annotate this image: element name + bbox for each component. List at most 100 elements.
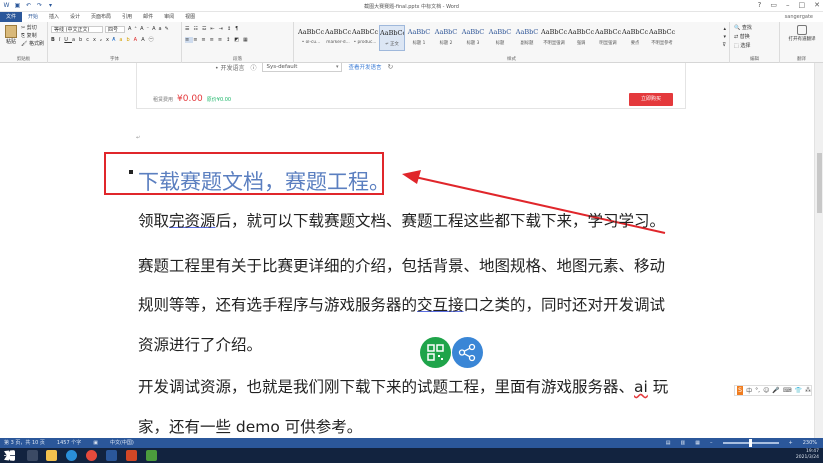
tools-icon[interactable]: ⁂ bbox=[805, 387, 811, 394]
proofing-icon[interactable]: ▣ bbox=[93, 438, 98, 448]
decrease-indent-icon[interactable]: ⇤ bbox=[210, 26, 218, 32]
read-mode-icon[interactable]: ▤ bbox=[666, 438, 671, 448]
style-item[interactable]: AaBbCcDd 不明显参考 bbox=[649, 25, 675, 51]
keyboard-icon[interactable]: ⌨ bbox=[783, 387, 792, 394]
style-item[interactable]: AaBbCcDd marker-d... bbox=[325, 25, 351, 51]
youdao-translate-button[interactable]: 打开有道翻译 bbox=[786, 25, 818, 42]
style-item[interactable]: AaBbCcDd 要点 bbox=[622, 25, 648, 51]
clear-format-icon[interactable]: ✎ bbox=[165, 26, 172, 32]
replace-button[interactable]: ⇄ 替换 bbox=[734, 34, 750, 41]
increase-indent-icon[interactable]: ⇥ bbox=[219, 26, 227, 32]
word-taskbar-icon[interactable] bbox=[106, 450, 117, 461]
powerpoint-taskbar-icon[interactable] bbox=[126, 450, 137, 461]
style-item[interactable]: AaBbCcDd ↵ 正文 bbox=[379, 25, 405, 51]
style-item[interactable]: AaBbCcDd 明显强调 bbox=[595, 25, 621, 51]
mic-icon[interactable]: 🎤 bbox=[772, 387, 779, 394]
skin-icon[interactable]: 👕 bbox=[795, 387, 802, 394]
zoom-slider[interactable] bbox=[722, 439, 779, 447]
document-area[interactable]: • 开发语言 ⓘ Sys-default 查看开发语言 ↻ 租赁费用 ¥0.00… bbox=[0, 63, 823, 438]
share-button[interactable] bbox=[452, 337, 483, 368]
style-item[interactable]: AaBbC 标题 bbox=[487, 25, 513, 51]
strikethrough-icon[interactable]: abc bbox=[72, 37, 93, 43]
page-indicator[interactable]: 第 3 页，共 10 页 bbox=[4, 438, 45, 448]
start-button-icon[interactable] bbox=[4, 450, 15, 461]
app-taskbar-icon[interactable] bbox=[146, 450, 157, 461]
maximize-icon[interactable]: □ bbox=[799, 1, 806, 9]
style-item[interactable]: AaBbC 副标题 bbox=[514, 25, 540, 51]
qr-code-button[interactable] bbox=[420, 337, 451, 368]
language-indicator[interactable]: 中文(中国) bbox=[110, 438, 134, 448]
ribbon-display-icon[interactable]: ▭ bbox=[770, 1, 777, 9]
style-sample: AaBbCcDd bbox=[325, 28, 351, 36]
paragraph-2[interactable]: 赛题工程里有关于比赛更详细的介绍，包括背景、地图规格、地图元素、移动 bbox=[138, 254, 665, 276]
underline-icon[interactable]: U bbox=[64, 37, 72, 43]
format-painter-button[interactable]: 🖌 格式刷 bbox=[21, 41, 44, 48]
paragraph-3[interactable]: 规则等等，还有选手程序与游戏服务器的交互接口之类的，同时还对开发调试 bbox=[138, 293, 665, 315]
change-case-icon[interactable]: Aa bbox=[152, 26, 164, 32]
system-tray[interactable]: 19:47 2021/3/24 bbox=[796, 449, 819, 461]
file-explorer-icon[interactable] bbox=[46, 450, 57, 461]
font-style-controls: BIUabcx₂x² bbox=[51, 37, 119, 44]
style-item[interactable]: AaBbCcDd 强调 bbox=[568, 25, 594, 51]
show-marks-icon[interactable]: ¶ bbox=[235, 26, 242, 32]
align-left-icon[interactable]: ≡ bbox=[185, 37, 194, 43]
align-right-icon[interactable]: ≡ bbox=[201, 37, 209, 43]
account-name[interactable]: sangergate bbox=[785, 12, 813, 22]
font-size-select[interactable]: 四号 bbox=[105, 26, 125, 33]
justify-icon[interactable]: ≡ bbox=[210, 37, 218, 43]
bold-icon[interactable]: B bbox=[51, 37, 59, 43]
zoom-knob[interactable] bbox=[748, 439, 752, 447]
task-view-icon[interactable] bbox=[27, 450, 38, 461]
punctuation-icon[interactable]: °, bbox=[755, 387, 760, 394]
minimize-icon[interactable]: – bbox=[786, 1, 790, 9]
web-layout-icon[interactable]: ▦ bbox=[695, 438, 700, 448]
highlight-icon[interactable]: ab bbox=[119, 37, 133, 43]
paragraph-5[interactable]: 开发调试资源，也就是我们刚下载下来的试题工程，里面有游戏服务器、ai 玩 bbox=[138, 375, 668, 397]
char-shading-icon[interactable]: A bbox=[141, 37, 148, 43]
style-item[interactable]: AaBbCcDd • ol-cu... bbox=[298, 25, 324, 51]
distributed-icon[interactable]: ≡ bbox=[218, 37, 226, 43]
paragraph-6[interactable]: 家，还有一些 demo 可供参考。 bbox=[138, 415, 362, 437]
grow-font-icon[interactable]: A⁺ bbox=[128, 26, 140, 32]
section-heading[interactable]: 下载赛题文档，赛题工程。 bbox=[138, 166, 390, 196]
scroll-thumb[interactable] bbox=[817, 153, 822, 213]
style-item[interactable]: AaBbCcDd 不明显强调 bbox=[541, 25, 567, 51]
borders-icon[interactable]: ▦ bbox=[243, 37, 252, 43]
enclose-char-icon[interactable]: ㊀ bbox=[149, 37, 158, 43]
select-button[interactable]: ⬚ 选择 bbox=[734, 43, 750, 50]
vertical-scrollbar[interactable] bbox=[814, 63, 823, 438]
subscript-icon[interactable]: x₂ bbox=[93, 37, 106, 43]
cut-button[interactable]: ✂ 剪切 bbox=[21, 25, 37, 32]
copy-button[interactable]: ⎘ 复制 bbox=[21, 33, 37, 40]
tab-file[interactable]: 文件 bbox=[0, 12, 22, 22]
shrink-font-icon[interactable]: A⁻ bbox=[140, 26, 152, 32]
style-item[interactable]: AaBbC 标题 3 bbox=[460, 25, 486, 51]
styles-more-icon[interactable]: ⊽ bbox=[722, 42, 726, 49]
zoom-in-icon[interactable]: + bbox=[789, 438, 793, 448]
ime-toolbar[interactable]: S 中 °, ☺ 🎤 ⌨ 👕 ⁂ bbox=[734, 385, 812, 396]
word-count[interactable]: 1457 个字 bbox=[57, 438, 81, 448]
sort-icon[interactable]: ↕ bbox=[227, 26, 235, 32]
style-item[interactable]: AaBbC 标题 2 bbox=[433, 25, 459, 51]
font-name-select[interactable]: 等线 (中文正文) bbox=[51, 26, 103, 33]
style-item[interactable]: AaBbCcDd • produc... bbox=[352, 25, 378, 51]
styles-scroll-down-icon[interactable]: ▾ bbox=[723, 34, 726, 41]
help-icon[interactable]: ? bbox=[758, 1, 762, 9]
zoom-out-icon[interactable]: – bbox=[710, 438, 713, 448]
chrome-icon[interactable] bbox=[86, 450, 97, 461]
zoom-level[interactable]: 230% bbox=[803, 438, 817, 448]
edge-browser-icon[interactable] bbox=[66, 450, 77, 461]
emoji-icon[interactable]: ☺ bbox=[763, 387, 769, 394]
style-item[interactable]: AaBbC 标题 1 bbox=[406, 25, 432, 51]
paste-button[interactable]: 粘贴 bbox=[3, 25, 19, 47]
paragraph-4[interactable]: 资源进行了介绍。 bbox=[138, 333, 262, 355]
close-icon[interactable]: ✕ bbox=[814, 1, 820, 9]
numbering-icon[interactable]: ☷ bbox=[193, 26, 201, 32]
find-button[interactable]: 🔍 查找 bbox=[734, 25, 752, 32]
ime-mode-label[interactable]: 中 bbox=[746, 386, 752, 395]
print-layout-icon[interactable]: ▥ bbox=[681, 438, 686, 448]
line-spacing-icon[interactable]: ↕ bbox=[226, 37, 234, 43]
shading-icon[interactable]: ◩ bbox=[234, 37, 243, 43]
paragraph-1[interactable]: 领取完资源后，就可以下载赛题文档、赛题工程这些都下载下来，学习学习。 bbox=[138, 209, 665, 231]
styles-scroll-up-icon[interactable]: ▴ bbox=[723, 26, 726, 33]
